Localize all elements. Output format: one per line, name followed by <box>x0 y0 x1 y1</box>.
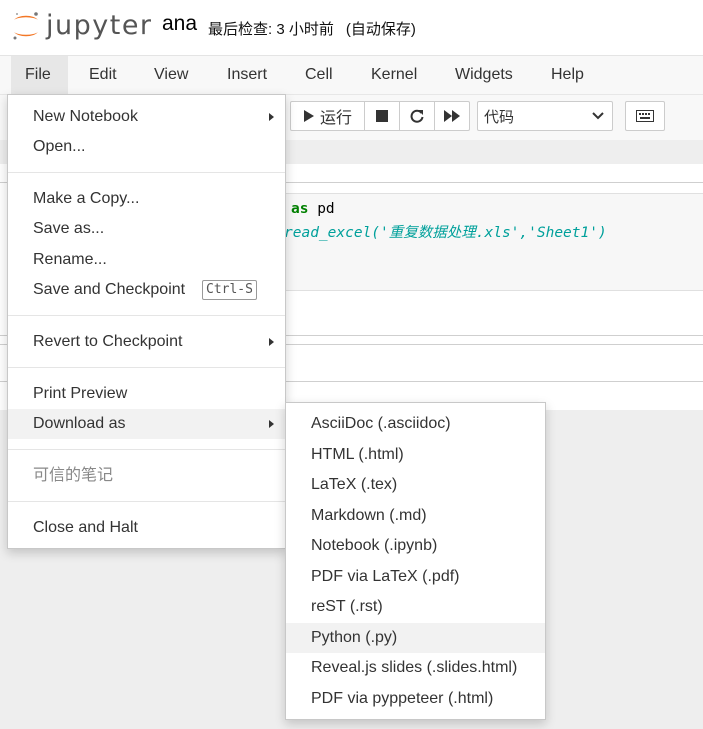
keyboard-shortcut: Ctrl-S <box>202 280 257 300</box>
download-as-submenu: AsciiDoc (.asciidoc) HTML (.html) LaTeX … <box>285 402 546 720</box>
stop-icon <box>376 110 388 122</box>
download-as-label: Download as <box>33 415 126 432</box>
menu-widgets[interactable]: Widgets <box>441 56 527 94</box>
download-pdf-pyppeteer-item[interactable]: PDF via pyppeteer (.html) <box>286 684 545 714</box>
save-as-item[interactable]: Save as... <box>8 214 285 244</box>
download-notebook-item[interactable]: Notebook (.ipynb) <box>286 531 545 561</box>
code-line-1: as pd <box>291 201 335 217</box>
code-keyword: as <box>291 201 309 217</box>
cell-type-value: 代码 <box>484 108 515 126</box>
download-python-item[interactable]: Python (.py) <box>286 623 545 653</box>
new-notebook-label: New Notebook <box>33 108 138 125</box>
notebook-name[interactable]: ana <box>162 12 197 36</box>
download-markdown-item[interactable]: Markdown (.md) <box>286 501 545 531</box>
checkpoint-status: 最后检查: 3 小时前 (自动保存) <box>208 18 416 39</box>
menu-help[interactable]: Help <box>537 56 598 94</box>
jupyter-logo-icon <box>13 12 38 40</box>
menubar: File Edit View Insert Cell Kernel Widget… <box>0 56 703 95</box>
code-name: pd <box>317 201 335 217</box>
download-rest-item[interactable]: reST (.rst) <box>286 592 545 622</box>
restart-run-all-button[interactable] <box>434 101 470 131</box>
download-html-item[interactable]: HTML (.html) <box>286 440 545 470</box>
code-cell-input[interactable] <box>286 193 703 291</box>
keyboard-icon <box>636 110 654 122</box>
cell-type-select[interactable]: 代码 <box>477 101 613 131</box>
trusted-notebook-item[interactable]: 可信的笔记 <box>8 461 285 491</box>
menu-divider <box>8 501 285 502</box>
checkpoint-text: 最后检查: 3 小时前 <box>208 21 334 38</box>
refresh-icon <box>410 109 424 123</box>
fast-forward-icon <box>444 110 460 122</box>
caret-right-icon <box>269 338 274 346</box>
restart-button[interactable] <box>399 101 435 131</box>
menu-divider <box>8 449 285 450</box>
menu-edit[interactable]: Edit <box>75 56 131 94</box>
menu-file[interactable]: File <box>11 56 68 94</box>
download-latex-item[interactable]: LaTeX (.tex) <box>286 470 545 500</box>
download-reveal-slides-item[interactable]: Reveal.js slides (.slides.html) <box>286 653 545 683</box>
close-and-halt-item[interactable]: Close and Halt <box>8 513 285 543</box>
make-copy-item[interactable]: Make a Copy... <box>8 184 285 214</box>
menu-divider <box>8 367 285 368</box>
menu-insert[interactable]: Insert <box>213 56 281 94</box>
new-notebook-item[interactable]: New Notebook <box>8 102 285 132</box>
code-line-2: read_excel('重复数据处理.xls','Sheet1') <box>284 225 607 241</box>
menu-view[interactable]: View <box>140 56 202 94</box>
file-menu-dropdown: New Notebook Open... Make a Copy... Save… <box>7 94 286 549</box>
menu-divider <box>8 315 285 316</box>
play-icon <box>303 110 314 122</box>
revert-checkpoint-item[interactable]: Revert to Checkpoint <box>8 327 285 357</box>
download-asciidoc-item[interactable]: AsciiDoc (.asciidoc) <box>286 409 545 439</box>
caret-right-icon <box>269 420 274 428</box>
jupyter-logo[interactable]: jupyter <box>11 8 151 44</box>
header: jupyter ana 最后检查: 3 小时前 (自动保存) <box>0 0 703 56</box>
interrupt-button[interactable] <box>364 101 400 131</box>
print-preview-item[interactable]: Print Preview <box>8 379 285 409</box>
run-button-label: 运行 <box>319 110 352 127</box>
autosave-status: (自动保存) <box>345 21 416 38</box>
menu-divider <box>8 172 285 173</box>
open-item[interactable]: Open... <box>8 132 285 162</box>
menu-cell[interactable]: Cell <box>291 56 347 94</box>
menu-kernel[interactable]: Kernel <box>357 56 431 94</box>
run-button[interactable]: 运行 <box>290 101 365 131</box>
command-palette-button[interactable] <box>625 101 665 131</box>
download-as-item[interactable]: Download as <box>8 409 285 439</box>
download-pdf-latex-item[interactable]: PDF via LaTeX (.pdf) <box>286 562 545 592</box>
chevron-down-icon <box>592 112 604 120</box>
save-checkpoint-item[interactable]: Save and Checkpoint Ctrl-S <box>8 275 285 305</box>
save-checkpoint-label: Save and Checkpoint <box>33 281 186 298</box>
revert-checkpoint-label: Revert to Checkpoint <box>33 333 183 350</box>
rename-item[interactable]: Rename... <box>8 245 285 275</box>
caret-right-icon <box>269 113 274 121</box>
logo-text: jupyter <box>46 10 153 41</box>
